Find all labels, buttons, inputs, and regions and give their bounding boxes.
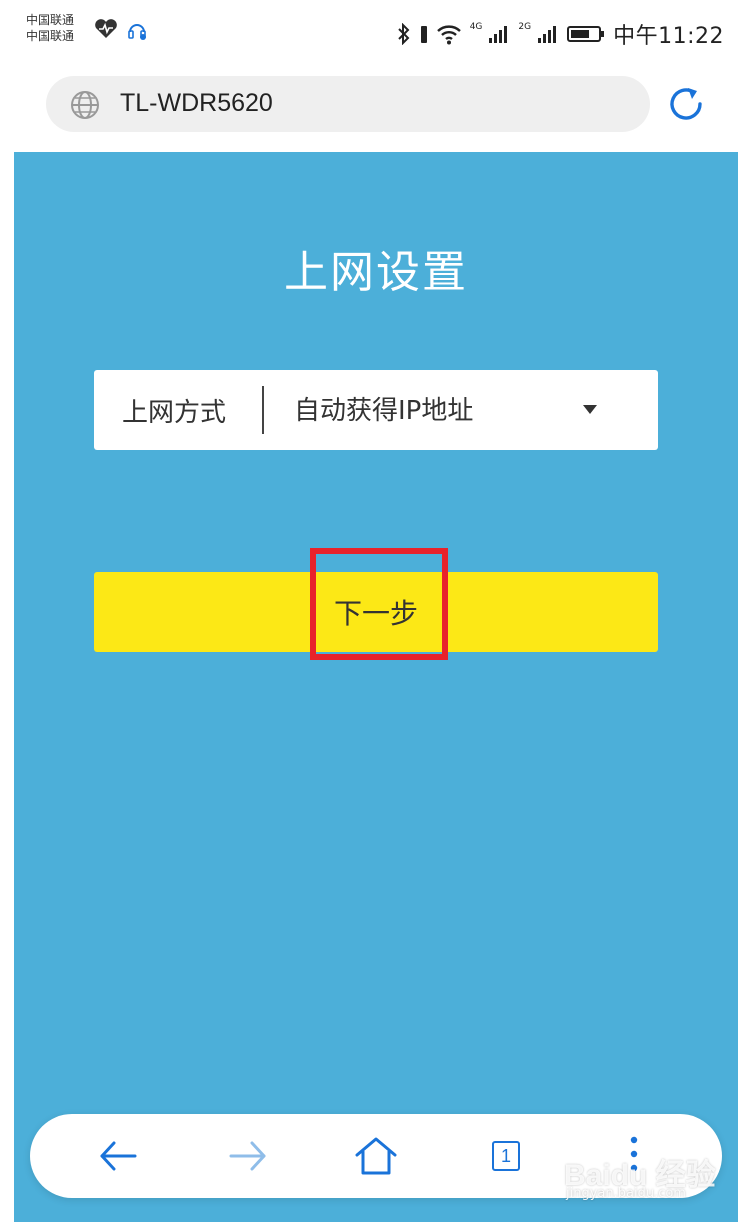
baidu-watermark: Baidu 经验 jingyan.baidu.com <box>564 1150 724 1210</box>
home-icon <box>355 1137 397 1175</box>
carrier-2-label: 中国联通 <box>26 29 75 43</box>
url-text: TL-WDR5620 <box>120 89 273 117</box>
signal-icon <box>538 26 557 43</box>
annotation-highlight-box <box>310 548 448 660</box>
bluetooth-icon <box>397 23 410 45</box>
connection-type-label: 上网方式 <box>122 398 227 428</box>
back-arrow-icon <box>100 1141 137 1171</box>
tabs-icon: 1 <box>492 1141 520 1171</box>
status-icons-right: 4G 2G 中午11:22 <box>396 18 724 50</box>
select-divider <box>262 386 264 434</box>
globe-icon <box>71 91 99 119</box>
headset-icon <box>128 24 146 40</box>
dropdown-caret-icon <box>583 405 597 414</box>
forward-arrow-icon <box>229 1141 266 1171</box>
url-field[interactable]: TL-WDR5620 <box>46 76 650 132</box>
page-title: 上网设置 <box>284 247 468 298</box>
home-button[interactable] <box>352 1132 400 1180</box>
forward-button[interactable] <box>224 1132 272 1180</box>
battery-saver-icon <box>420 26 427 43</box>
connection-type-value: 自动获得IP地址 <box>294 396 474 426</box>
connection-type-select[interactable]: 上网方式 自动获得IP地址 <box>94 370 658 450</box>
status-time: 中午11:22 <box>613 24 724 49</box>
carrier-info: 中国联通 中国联通 <box>26 12 74 44</box>
address-bar: TL-WDR5620 <box>0 60 738 152</box>
page-content: 上网设置 上网方式 自动获得IP地址 下一步 <box>14 152 738 1222</box>
heart-icon <box>95 19 117 38</box>
signal-icon <box>489 26 508 43</box>
watermark-url: jingyan.baidu.com <box>566 1186 686 1201</box>
signal-2-label: 2G <box>518 22 532 32</box>
carrier-1-label: 中国联通 <box>26 13 75 27</box>
signal-1-label: 4G <box>469 22 483 32</box>
wifi-icon <box>436 25 461 45</box>
battery-icon <box>567 26 605 42</box>
status-icons-left <box>94 18 148 40</box>
phone-screen: 中国联通 中国联通 4G 2G 中午11:22 TL-WDR5620 上网设置 … <box>0 0 738 1222</box>
back-button[interactable] <box>94 1132 142 1180</box>
tabs-button[interactable]: 1 <box>482 1132 530 1180</box>
status-bar: 中国联通 中国联通 4G 2G 中午11:22 <box>0 0 738 60</box>
reload-icon[interactable] <box>664 82 708 126</box>
